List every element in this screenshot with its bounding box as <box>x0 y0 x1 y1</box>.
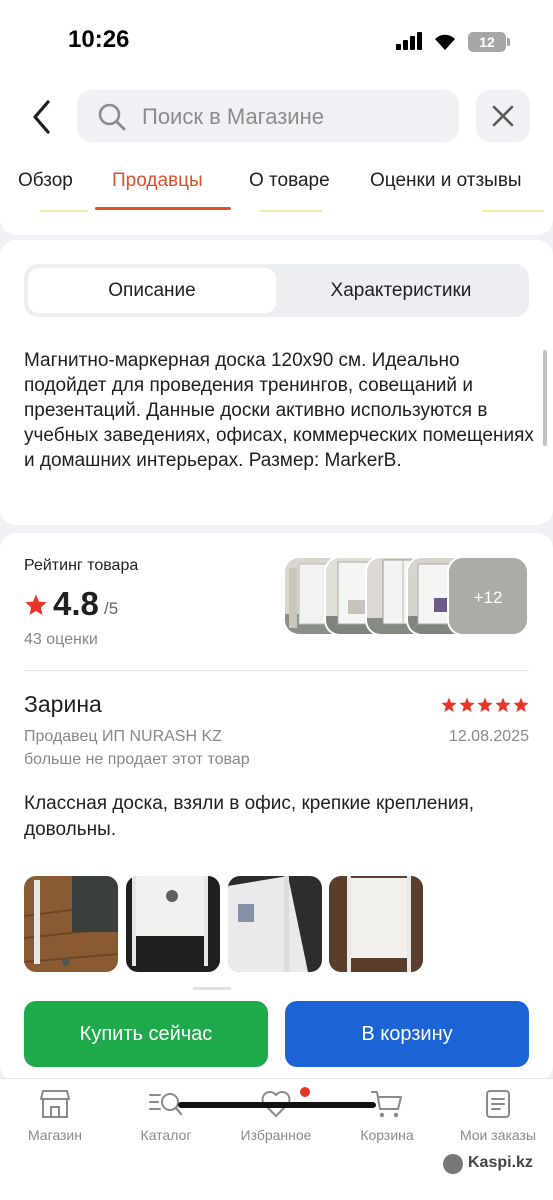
review-seller: Продавец ИП NURASH KZ <box>24 728 222 745</box>
tabbar-item-favorites[interactable]: Избранное <box>221 1089 331 1143</box>
tab-reviews[interactable]: Оценки и отзывы <box>370 170 522 192</box>
star-icon <box>477 697 493 712</box>
battery-tip <box>507 38 510 46</box>
star-icon <box>441 697 457 712</box>
description-segmented-control: Описание Характеристики <box>24 264 529 317</box>
home-indicator <box>178 1102 376 1108</box>
review-photo[interactable] <box>126 876 220 972</box>
review-photos-stack[interactable]: +12 <box>283 556 529 636</box>
review-photo[interactable] <box>329 876 423 972</box>
active-tab-indicator <box>95 207 231 210</box>
rating-value: 4.8 <box>53 585 99 622</box>
reviews-card: Рейтинг товара 4.8 /5 43 оценки +12 Зари… <box>0 533 553 1081</box>
status-bar: 10:26 12 <box>0 0 553 80</box>
star-icon <box>25 594 47 615</box>
tab-overview[interactable]: Обзор <box>18 170 73 192</box>
tabbar-item-orders[interactable]: Мои заказы <box>443 1089 553 1143</box>
header: Поиск в Магазине Обзор Продавцы О товаре… <box>0 80 553 235</box>
seller-note: больше не продает этот товар <box>24 751 250 768</box>
more-photos-badge[interactable]: +12 <box>447 556 529 636</box>
status-time: 10:26 <box>68 26 130 53</box>
review-text: Классная доска, взяли в офис, крепкие кр… <box>24 793 475 840</box>
tabbar-label: Каталог <box>140 1127 192 1143</box>
tabbar-item-shop[interactable]: Магазин <box>0 1089 110 1143</box>
tab-divider <box>482 210 544 212</box>
buy-now-button[interactable]: Купить сейчас <box>24 1001 268 1067</box>
segment-description[interactable]: Описание <box>28 268 276 313</box>
wifi-icon <box>435 34 455 50</box>
scrollbar[interactable] <box>543 350 547 446</box>
section-tabs: Обзор Продавцы О товаре Оценки и отзывы <box>0 162 553 212</box>
tabbar-label: Мои заказы <box>459 1127 537 1143</box>
review-stars <box>441 697 529 712</box>
review-date: 12.08.2025 <box>448 728 529 745</box>
watermark: Kaspi.kz <box>468 1154 533 1171</box>
review-photo[interactable] <box>228 876 322 972</box>
sheet-handle <box>193 987 231 990</box>
search-placeholder: Поиск в Магазине <box>142 104 324 129</box>
star-icon <box>495 697 511 712</box>
notification-dot <box>300 1087 310 1097</box>
battery-icon: 12 <box>468 32 506 52</box>
tabbar-item-cart[interactable]: Корзина <box>332 1089 442 1143</box>
back-button[interactable] <box>28 98 58 136</box>
segment-specifications[interactable]: Характеристики <box>277 268 525 313</box>
tabbar-item-catalog[interactable]: Каталог <box>111 1089 221 1143</box>
bottom-tab-bar: Магазин Каталог Избранное Корзина Мои за… <box>0 1078 553 1200</box>
chevron-left-icon <box>33 100 50 134</box>
add-to-cart-button[interactable]: В корзину <box>285 1001 529 1067</box>
rating-label: Рейтинг товара <box>24 557 139 574</box>
search-icon <box>98 103 126 131</box>
divider <box>24 670 529 671</box>
description-text: Магнитно-маркерная доска 120x90 см. Идеа… <box>24 350 534 471</box>
tab-divider <box>40 210 88 212</box>
description-card: Описание Характеристики Магнитно-маркерн… <box>0 240 553 525</box>
tab-divider <box>260 210 322 212</box>
orders-icon <box>486 1090 510 1118</box>
tab-about[interactable]: О товаре <box>249 170 330 192</box>
shop-icon <box>40 1090 70 1118</box>
rating-count[interactable]: 43 оценки <box>24 631 98 649</box>
signal-icon <box>396 32 422 50</box>
close-icon <box>492 105 514 127</box>
star-icon <box>513 697 529 712</box>
tab-sellers[interactable]: Продавцы <box>112 170 203 192</box>
kaspi-logo-icon <box>443 1154 463 1174</box>
star-icon <box>459 697 475 712</box>
tabbar-label: Избранное <box>240 1127 312 1143</box>
tabbar-label: Корзина <box>360 1127 414 1143</box>
tabbar-label: Магазин <box>27 1127 82 1143</box>
close-button[interactable] <box>476 90 530 142</box>
review-photo[interactable] <box>24 876 118 972</box>
reviewer-name: Зарина <box>24 691 102 717</box>
rating-max: /5 <box>104 599 119 618</box>
search-input[interactable]: Поиск в Магазине <box>77 90 459 142</box>
